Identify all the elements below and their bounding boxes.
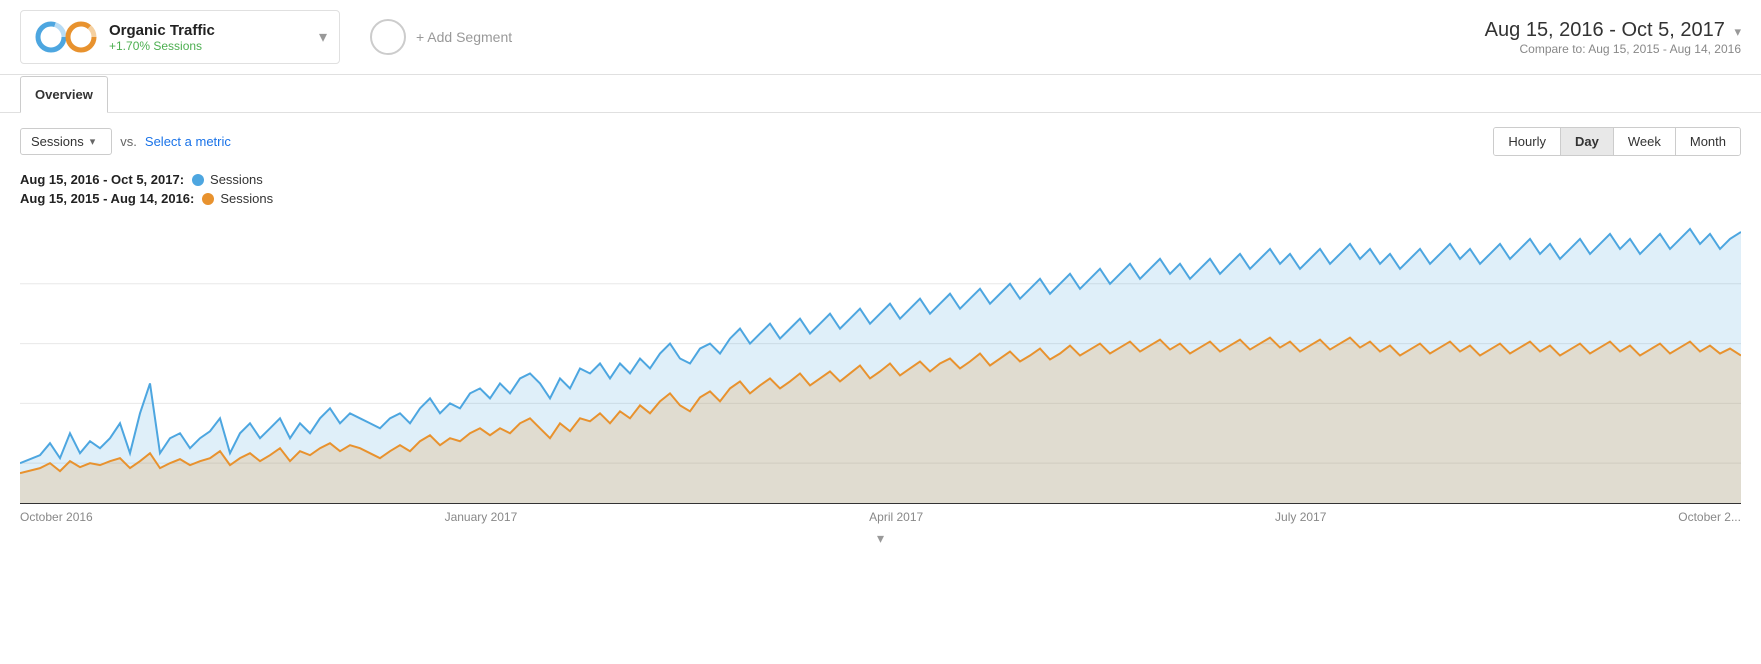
time-period-buttons: Hourly Day Week Month <box>1493 127 1741 156</box>
legend-metric-2: Sessions <box>220 191 273 206</box>
vs-label: vs. <box>120 134 137 149</box>
hourly-button[interactable]: Hourly <box>1494 128 1561 155</box>
tab-overview[interactable]: Overview <box>20 76 108 113</box>
month-button[interactable]: Month <box>1676 128 1740 155</box>
segment-info: Organic Traffic +1.70% Sessions <box>109 22 311 53</box>
chart-area <box>20 224 1741 504</box>
add-segment-button[interactable]: + Add Segment <box>370 19 512 55</box>
legend-dot-blue <box>192 174 204 186</box>
chart-controls: Sessions ▾ vs. Select a metric Hourly Da… <box>0 113 1761 164</box>
metric-chevron-icon: ▾ <box>90 135 96 148</box>
compare-prefix: Compare to: <box>1520 42 1586 56</box>
legend-date-2: Aug 15, 2015 - Aug 14, 2016: <box>20 191 194 206</box>
segment-selector[interactable]: Organic Traffic +1.70% Sessions ▾ <box>20 10 340 64</box>
day-button[interactable]: Day <box>1561 128 1614 155</box>
x-label-1: October 2016 <box>20 510 93 524</box>
date-range-main: Aug 15, 2016 - Oct 5, 2017 ▾ <box>1485 19 1741 42</box>
legend-date-1: Aug 15, 2016 - Oct 5, 2017: <box>20 172 184 187</box>
compare-date: Aug 15, 2015 - Aug 14, 2016 <box>1588 42 1741 56</box>
tabs-bar: Overview <box>0 75 1761 113</box>
legend-row-2: Aug 15, 2015 - Aug 14, 2016: Sessions <box>20 191 1741 206</box>
metric-dropdown[interactable]: Sessions ▾ <box>20 128 112 155</box>
add-segment-circle-icon <box>370 19 406 55</box>
scrollbar-chevron-icon[interactable]: ▾ <box>877 530 884 547</box>
segment-icons <box>33 19 99 55</box>
date-range-selector[interactable]: Aug 15, 2016 - Oct 5, 2017 ▾ Compare to:… <box>1485 19 1741 56</box>
chart-legend: Aug 15, 2016 - Oct 5, 2017: Sessions Aug… <box>0 164 1761 214</box>
select-metric-link[interactable]: Select a metric <box>145 134 231 149</box>
week-button[interactable]: Week <box>1614 128 1676 155</box>
date-range-compare: Compare to: Aug 15, 2015 - Aug 14, 2016 <box>1485 42 1741 56</box>
legend-dot-orange <box>202 193 214 205</box>
x-label-3: April 2017 <box>869 510 923 524</box>
segment-title: Organic Traffic <box>109 22 311 39</box>
x-label-4: July 2017 <box>1275 510 1326 524</box>
scrollbar-area[interactable]: ▾ <box>0 524 1761 551</box>
x-label-2: January 2017 <box>445 510 518 524</box>
segment-sessions: +1.70% Sessions <box>109 39 311 53</box>
legend-metric-1: Sessions <box>210 172 263 187</box>
top-bar: Organic Traffic +1.70% Sessions ▾ + Add … <box>0 0 1761 75</box>
date-range-main-text: Aug 15, 2016 - Oct 5, 2017 <box>1485 19 1725 41</box>
x-axis: October 2016 January 2017 April 2017 Jul… <box>0 504 1761 524</box>
orange-donut-icon <box>63 19 99 55</box>
date-range-chevron-icon: ▾ <box>1734 24 1741 39</box>
segment-chevron-icon: ▾ <box>319 27 327 47</box>
chart-svg <box>20 224 1741 503</box>
metric-label: Sessions <box>31 134 84 149</box>
x-label-5: October 2... <box>1678 510 1741 524</box>
add-segment-label: + Add Segment <box>416 29 512 45</box>
legend-row-1: Aug 15, 2016 - Oct 5, 2017: Sessions <box>20 172 1741 187</box>
